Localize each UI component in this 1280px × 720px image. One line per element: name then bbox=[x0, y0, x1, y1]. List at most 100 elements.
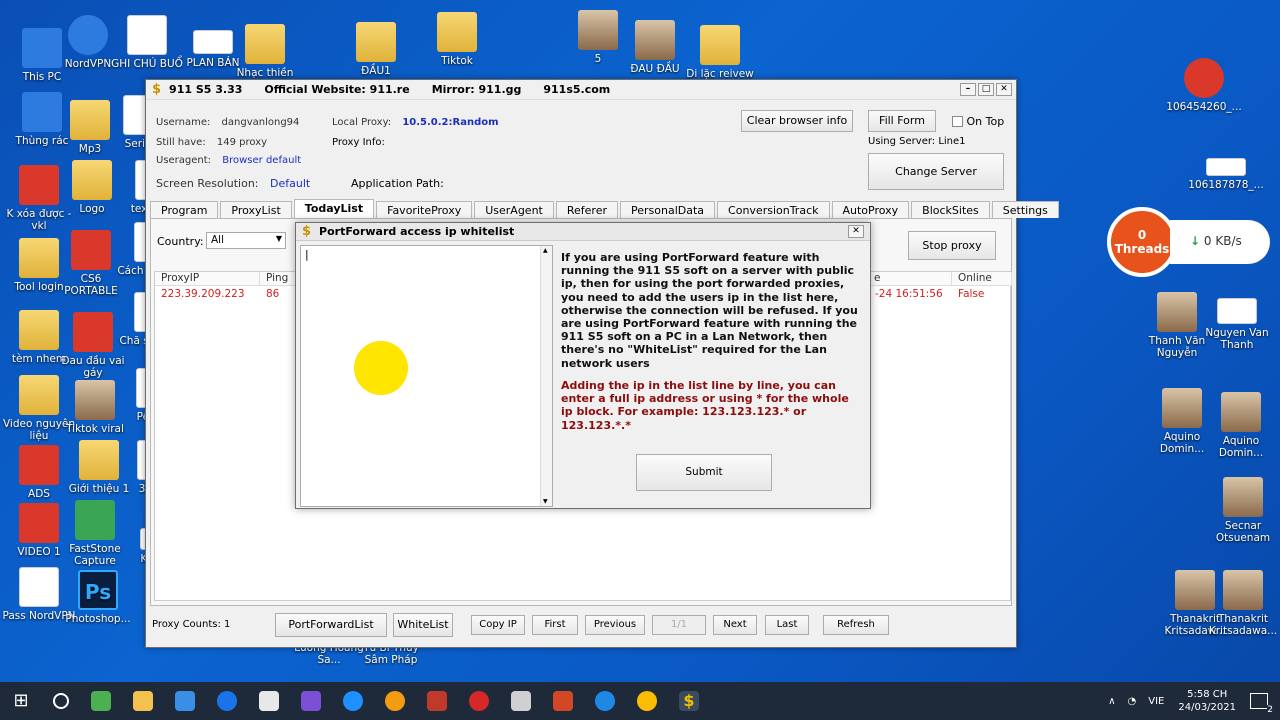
cursor-highlight bbox=[354, 341, 408, 395]
tab-conversiontrack[interactable]: ConversionTrack bbox=[717, 201, 830, 218]
desktop-icon-photoshop[interactable]: Ps Photoshop... bbox=[61, 570, 135, 625]
desktop-icon-dau-dau[interactable]: ĐAU ĐẦU bbox=[618, 20, 692, 75]
copy-ip-button[interactable]: Copy IP bbox=[471, 615, 525, 635]
language-indicator[interactable]: VIE bbox=[1148, 696, 1164, 707]
folder-icon bbox=[245, 24, 285, 64]
desktop-icon-secnar[interactable]: Secnar Otsuenam bbox=[1206, 477, 1280, 544]
change-server-button[interactable]: Change Server bbox=[868, 153, 1004, 190]
tab-todaylist[interactable]: TodayList bbox=[293, 199, 375, 218]
dialog-title: PortForward access ip whitelist bbox=[319, 225, 515, 238]
folder-icon bbox=[72, 160, 112, 200]
photo-icon bbox=[1223, 570, 1263, 610]
refresh-button[interactable]: Refresh bbox=[823, 615, 889, 635]
stop-proxy-button[interactable]: Stop proxy bbox=[908, 231, 996, 260]
tab-autoproxy[interactable]: AutoProxy bbox=[831, 201, 910, 218]
whitelist-textarea[interactable]: | ▲ ▼ bbox=[300, 245, 553, 507]
notification-icon[interactable]: 2 bbox=[1250, 693, 1273, 715]
download-arrow-icon: ↓ bbox=[1190, 234, 1201, 248]
teamviewer-icon[interactable] bbox=[217, 691, 237, 711]
desktop-icon-ghi-chu[interactable]: GHI CHÚ BUỔ bbox=[110, 15, 184, 70]
desktop-icon-106187878[interactable]: 106187878_... bbox=[1186, 158, 1266, 191]
clock[interactable]: 5:58 CH 24/03/2021 bbox=[1178, 688, 1236, 714]
tab-settings[interactable]: Settings bbox=[991, 201, 1059, 218]
tab-blocksites[interactable]: BlockSites bbox=[911, 201, 990, 218]
powerpoint-icon[interactable] bbox=[553, 691, 573, 711]
windows-start-icon[interactable]: ⊞ bbox=[11, 691, 31, 711]
edge-icon[interactable] bbox=[343, 691, 363, 711]
folder-icon bbox=[19, 310, 59, 350]
desktop-icon-aquino-2[interactable]: Aquino Domin... bbox=[1204, 392, 1278, 459]
desktop-icon-nguyen-van-thanh[interactable]: Nguyen Van Thanh bbox=[1200, 298, 1274, 351]
photo-icon bbox=[75, 380, 115, 420]
winrar-icon bbox=[73, 312, 113, 352]
desktop-icon-thanakrit-2[interactable]: Thanakrit Kritsadawa... bbox=[1206, 570, 1280, 637]
clear-browser-button[interactable]: Clear browser info bbox=[741, 110, 853, 132]
fill-form-button[interactable]: Fill Form bbox=[868, 110, 936, 132]
tab-favoriteproxy[interactable]: FavoriteProxy bbox=[376, 201, 473, 218]
minimize-icon[interactable]: – bbox=[960, 83, 976, 96]
on-top-checkbox[interactable] bbox=[952, 116, 963, 127]
app-icon-green[interactable] bbox=[91, 691, 111, 711]
textarea-scrollbar[interactable]: ▲ ▼ bbox=[540, 246, 552, 506]
main-tabs: Program ProxyList TodayList FavoriteProx… bbox=[150, 199, 1061, 218]
useragent-value: Browser default bbox=[222, 155, 302, 166]
last-button[interactable]: Last bbox=[765, 615, 809, 635]
doc-icon bbox=[19, 567, 59, 607]
app-icon-red[interactable] bbox=[427, 691, 447, 711]
maximize-icon[interactable]: □ bbox=[978, 83, 994, 96]
dollar-icon: $ bbox=[302, 224, 312, 239]
scroll-down-icon[interactable]: ▼ bbox=[543, 498, 548, 505]
submit-button[interactable]: Submit bbox=[636, 454, 772, 491]
tab-program[interactable]: Program bbox=[150, 201, 219, 218]
country-select[interactable]: All ▼ bbox=[206, 232, 286, 249]
previous-button[interactable]: Previous bbox=[585, 615, 645, 635]
winrar-icon bbox=[71, 230, 111, 270]
cell-online: False bbox=[958, 288, 985, 300]
threads-widget[interactable]: 0 Threads bbox=[1107, 207, 1177, 277]
nordvpn-icon[interactable] bbox=[595, 691, 615, 711]
tab-proxylist[interactable]: ProxyList bbox=[220, 201, 292, 218]
chrome-icon[interactable] bbox=[637, 691, 657, 711]
scroll-up-icon[interactable]: ▲ bbox=[543, 247, 548, 254]
wifi-icon[interactable]: ◔ bbox=[1128, 696, 1137, 707]
chevron-up-icon[interactable]: ∧ bbox=[1108, 696, 1115, 707]
threads-count: 0 bbox=[1137, 228, 1147, 242]
desktop-icon-dau1[interactable]: ĐẦU1 bbox=[339, 22, 413, 77]
tab-personaldata[interactable]: PersonalData bbox=[620, 201, 716, 218]
app-icon-blue[interactable] bbox=[175, 691, 195, 711]
next-button[interactable]: Next bbox=[713, 615, 757, 635]
desktop-icon-nhac-thien[interactable]: Nhạc thiền bbox=[228, 24, 302, 79]
winrar-icon bbox=[19, 503, 59, 543]
file-explorer-icon[interactable] bbox=[133, 691, 153, 711]
chevron-down-icon: ▼ bbox=[275, 234, 282, 243]
cell-proxyip: 223.39.209.223 bbox=[161, 288, 245, 300]
dollar-icon: $ bbox=[152, 82, 162, 97]
whitelist-button[interactable]: WhiteList bbox=[393, 613, 453, 637]
close-icon[interactable]: ✕ bbox=[848, 225, 864, 238]
capcut-icon[interactable] bbox=[301, 691, 321, 711]
photo-icon bbox=[1157, 292, 1197, 332]
tab-useragent[interactable]: UserAgent bbox=[474, 201, 554, 218]
on-top-row: On Top bbox=[952, 115, 1004, 128]
photo-icon bbox=[578, 10, 618, 50]
username-value: dangvanlong94 bbox=[221, 117, 300, 128]
photo-icon bbox=[1206, 158, 1246, 176]
desktop-icon-di-lac[interactable]: Di lặc reivew bbox=[683, 25, 757, 80]
desktop-icon-tiktok[interactable]: Tiktok bbox=[420, 12, 494, 67]
store-icon[interactable] bbox=[259, 691, 279, 711]
close-icon[interactable]: ✕ bbox=[996, 83, 1012, 96]
dollar-icon[interactable]: $ bbox=[679, 691, 699, 711]
col-ping[interactable]: Ping bbox=[260, 272, 300, 286]
col-proxyip[interactable]: ProxyIP bbox=[155, 272, 260, 286]
folder-icon bbox=[437, 12, 477, 52]
col-online[interactable]: Online bbox=[952, 272, 1012, 286]
recorder-icon[interactable] bbox=[385, 691, 405, 711]
desktop-icon-106454260[interactable]: 106454260_... bbox=[1164, 58, 1244, 113]
app-icon-grid[interactable] bbox=[511, 691, 531, 711]
record-icon[interactable] bbox=[469, 691, 489, 711]
search-icon[interactable] bbox=[53, 693, 69, 709]
portforward-list-button[interactable]: PortForwardList bbox=[275, 613, 387, 637]
useragent-row: Useragent: Browser default bbox=[156, 155, 302, 166]
tab-referer[interactable]: Referer bbox=[555, 201, 618, 218]
first-button[interactable]: First bbox=[532, 615, 578, 635]
